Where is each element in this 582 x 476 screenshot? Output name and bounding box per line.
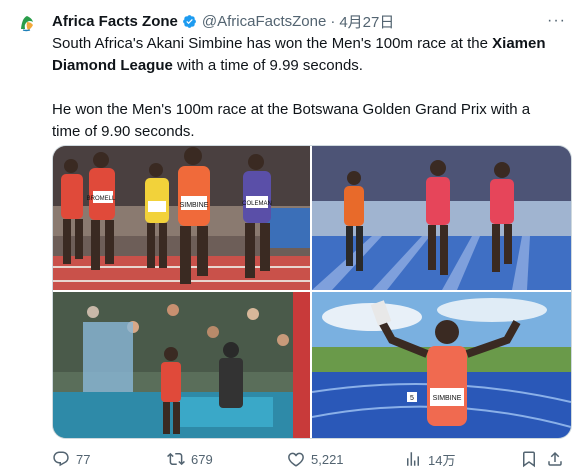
media-grid: SIMBINE COLEMAN BROMELL SIMBINE 5	[52, 145, 572, 439]
tweet[interactable]: Africa Facts Zone @AfricaFactsZone · 4月2…	[0, 0, 582, 476]
bib-label: BROMELL	[87, 196, 116, 202]
sprint-photo-1-image: SIMBINE COLEMAN BROMELL	[53, 146, 310, 290]
like-count: 5,221	[311, 451, 344, 467]
bookmark-button[interactable]	[520, 448, 544, 470]
bib-label: SIMBINE	[433, 395, 462, 402]
heart-icon	[288, 452, 304, 467]
avatar[interactable]	[14, 10, 40, 36]
tweet-text-part: with a time of 9.99 seconds.	[172, 57, 363, 74]
like-button[interactable]: 5,221	[287, 448, 344, 470]
bookmark-icon	[523, 451, 535, 468]
photo-sprint-start[interactable]: SIMBINE COLEMAN BROMELL	[53, 146, 310, 290]
retweet-count: 679	[191, 451, 213, 467]
verified-badge-icon	[182, 14, 196, 28]
photo-celebration[interactable]: SIMBINE 5	[312, 292, 571, 438]
lane-number: 5	[410, 395, 414, 402]
tweet-actions: 77 679 5,221 14万	[52, 448, 562, 470]
bib-label: SIMBINE	[180, 202, 209, 209]
views-button[interactable]: 14万	[404, 448, 455, 470]
sprint-photo-4-image: SIMBINE 5	[312, 292, 571, 438]
photo-crowd[interactable]	[53, 292, 310, 438]
reply-icon	[53, 451, 69, 467]
share-button[interactable]	[546, 448, 570, 470]
views-chart-icon	[407, 452, 419, 466]
author-handle[interactable]: @AfricaFactsZone	[202, 13, 326, 30]
sprint-photo-2-image	[312, 146, 571, 290]
retweet-icon	[167, 452, 185, 466]
tweet-text: South Africa's Akani Simbine has won the…	[52, 33, 562, 143]
reply-button[interactable]: 77	[52, 448, 90, 470]
bib-label: COLEMAN	[242, 201, 272, 207]
views-count: 14万	[428, 452, 456, 468]
more-options-icon[interactable]: ···	[547, 12, 566, 30]
tweet-text-part: South Africa's Akani Simbine has won the…	[52, 35, 493, 52]
share-icon	[548, 451, 562, 466]
tweet-date[interactable]: 4月27日	[339, 11, 394, 32]
sprint-photo-3-image	[53, 292, 310, 438]
tweet-paragraph-2: He won the Men's 100m race at the Botswa…	[52, 101, 531, 140]
photo-race-finish[interactable]	[312, 146, 571, 290]
author-name[interactable]: Africa Facts Zone	[52, 13, 178, 30]
tweet-paragraph-1: South Africa's Akani Simbine has won the…	[52, 33, 562, 77]
reply-count: 77	[76, 451, 91, 467]
separator-dot: ·	[330, 12, 336, 30]
tweet-header: Africa Facts Zone @AfricaFactsZone · 4月2…	[52, 10, 394, 32]
africa-facts-zone-logo	[14, 10, 40, 36]
retweet-button[interactable]: 679	[167, 448, 213, 470]
